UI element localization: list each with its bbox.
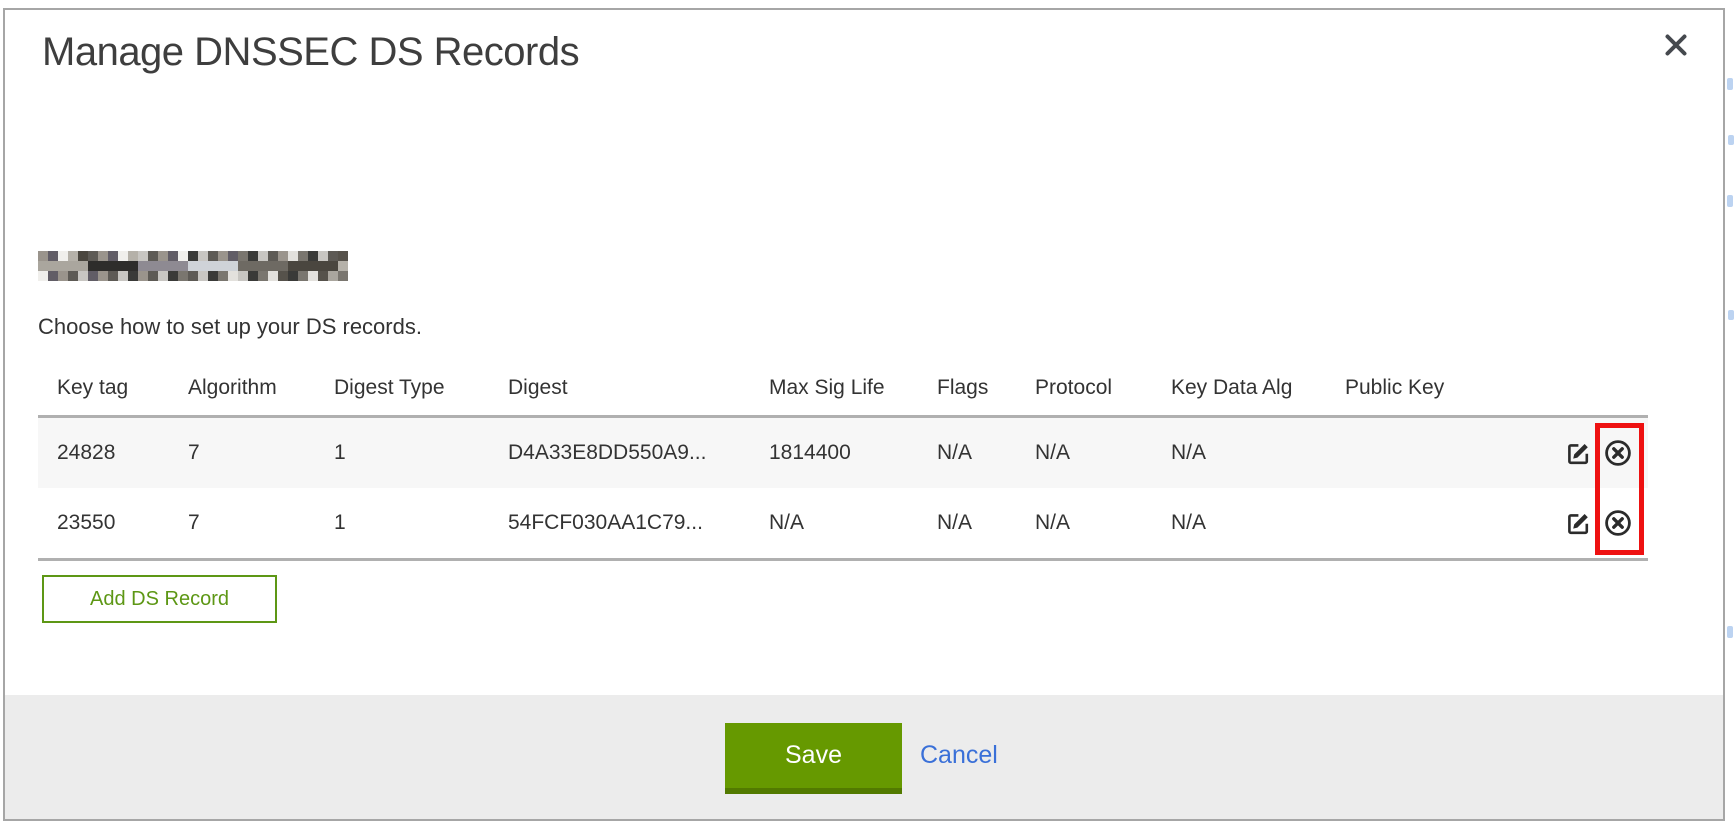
save-button[interactable]: Save xyxy=(725,723,902,794)
row-actions xyxy=(1501,438,1648,468)
close-button[interactable] xyxy=(1661,32,1691,62)
background-page-remnant xyxy=(1728,310,1734,320)
cell-key_tag: 23550 xyxy=(38,511,169,535)
background-page-remnant xyxy=(1727,78,1733,90)
column-header: Protocol xyxy=(1016,376,1152,400)
cell-digest_type: 1 xyxy=(315,441,489,465)
cell-max_sig_life: N/A xyxy=(750,511,918,535)
background-page-remnant xyxy=(1727,626,1733,638)
ds-records-table: Key tagAlgorithmDigest TypeDigestMax Sig… xyxy=(38,376,1648,561)
cell-digest: D4A33E8DD550A9... xyxy=(489,441,750,465)
modal-footer: Save Cancel xyxy=(5,695,1723,819)
edit-record-icon[interactable] xyxy=(1563,508,1593,538)
table-row: 2482871D4A33E8DD550A9...1814400N/AN/AN/A xyxy=(38,418,1648,488)
background-page-remnant xyxy=(1728,135,1734,145)
row-actions xyxy=(1501,508,1648,538)
cell-algorithm: 7 xyxy=(169,511,315,535)
setup-instruction: Choose how to set up your DS records. xyxy=(38,314,422,340)
modal-title: Manage DNSSEC DS Records xyxy=(42,30,579,75)
column-header: Key Data Alg xyxy=(1152,376,1326,400)
cell-algorithm: 7 xyxy=(169,441,315,465)
column-header: Digest xyxy=(489,376,750,400)
column-header: Digest Type xyxy=(315,376,489,400)
cell-key_data_alg: N/A xyxy=(1152,511,1326,535)
cell-flags: N/A xyxy=(918,511,1016,535)
edit-record-icon[interactable] xyxy=(1563,438,1593,468)
cell-digest_type: 1 xyxy=(315,511,489,535)
close-icon xyxy=(1663,32,1689,63)
table-body: 2482871D4A33E8DD550A9...1814400N/AN/AN/A… xyxy=(38,418,1648,561)
cancel-link[interactable]: Cancel xyxy=(920,723,998,788)
table-header: Key tagAlgorithmDigest TypeDigestMax Sig… xyxy=(38,376,1648,418)
add-ds-record-button[interactable]: Add DS Record xyxy=(42,575,277,623)
dnssec-modal: Manage DNSSEC DS Records Choose how to s… xyxy=(3,8,1725,821)
cell-max_sig_life: 1814400 xyxy=(750,441,918,465)
cell-protocol: N/A xyxy=(1016,441,1152,465)
column-header: Public Key xyxy=(1326,376,1501,400)
cell-digest: 54FCF030AA1C79... xyxy=(489,511,750,535)
column-header: Max Sig Life xyxy=(750,376,918,400)
delete-record-icon[interactable] xyxy=(1603,438,1633,468)
cell-protocol: N/A xyxy=(1016,511,1152,535)
cell-key_data_alg: N/A xyxy=(1152,441,1326,465)
cell-flags: N/A xyxy=(918,441,1016,465)
column-header: Key tag xyxy=(38,376,169,400)
column-header: Algorithm xyxy=(169,376,315,400)
cell-key_tag: 24828 xyxy=(38,441,169,465)
table-row: 235507154FCF030AA1C79...N/AN/AN/AN/A xyxy=(38,488,1648,558)
background-page-remnant xyxy=(1727,195,1733,207)
column-header: Flags xyxy=(918,376,1016,400)
redacted-domain xyxy=(38,251,348,281)
delete-record-icon[interactable] xyxy=(1603,508,1633,538)
